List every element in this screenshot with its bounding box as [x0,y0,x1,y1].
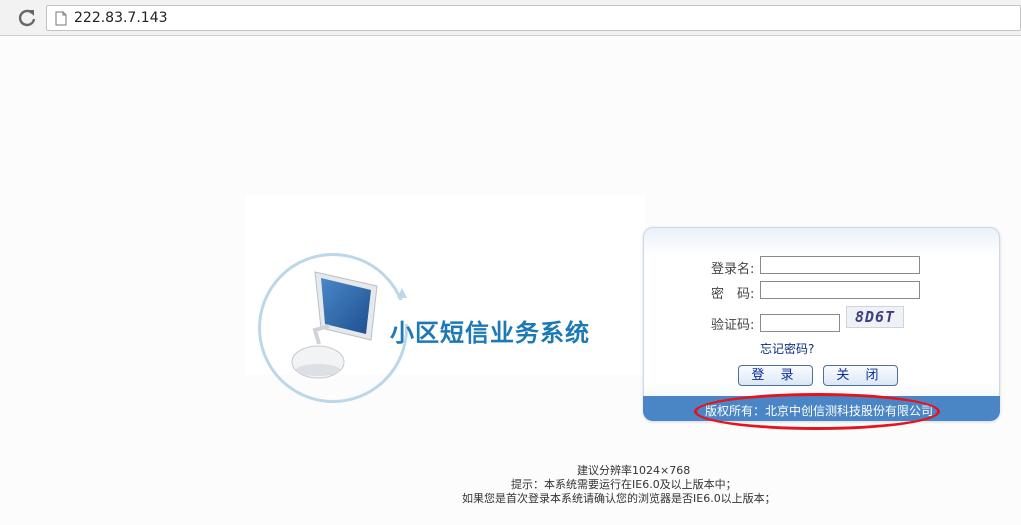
username-input[interactable] [760,256,920,274]
arrow-icon [397,288,407,298]
captcha-input[interactable] [760,314,840,332]
captcha-label: 验证码: [711,318,755,333]
login-button[interactable]: 登 录 [738,365,813,386]
reload-icon[interactable] [16,7,38,29]
password-label: 密 码: [711,287,755,302]
close-button[interactable]: 关 闭 [823,365,898,386]
first-login-note: 如果您是首次登录本系统请确认您的浏览器是否IE6.0以上版本； [462,492,776,505]
system-title: 小区短信业务系统 [390,319,590,347]
address-bar[interactable]: 222.83.7.143 [46,5,1021,31]
page-icon [55,11,67,26]
forgot-password-link[interactable]: 忘记密码? [760,340,814,357]
browser-toolbar: ‹ 222.83.7.143 [0,0,1021,36]
back-icon[interactable]: ‹ [0,8,8,26]
annotation-ellipse [694,393,940,430]
captcha-image[interactable]: 8D6T [846,306,904,328]
username-label: 登录名: [711,262,755,277]
url-text[interactable]: 222.83.7.143 [74,10,168,26]
password-input[interactable] [760,281,920,299]
computer-icon [291,271,378,379]
